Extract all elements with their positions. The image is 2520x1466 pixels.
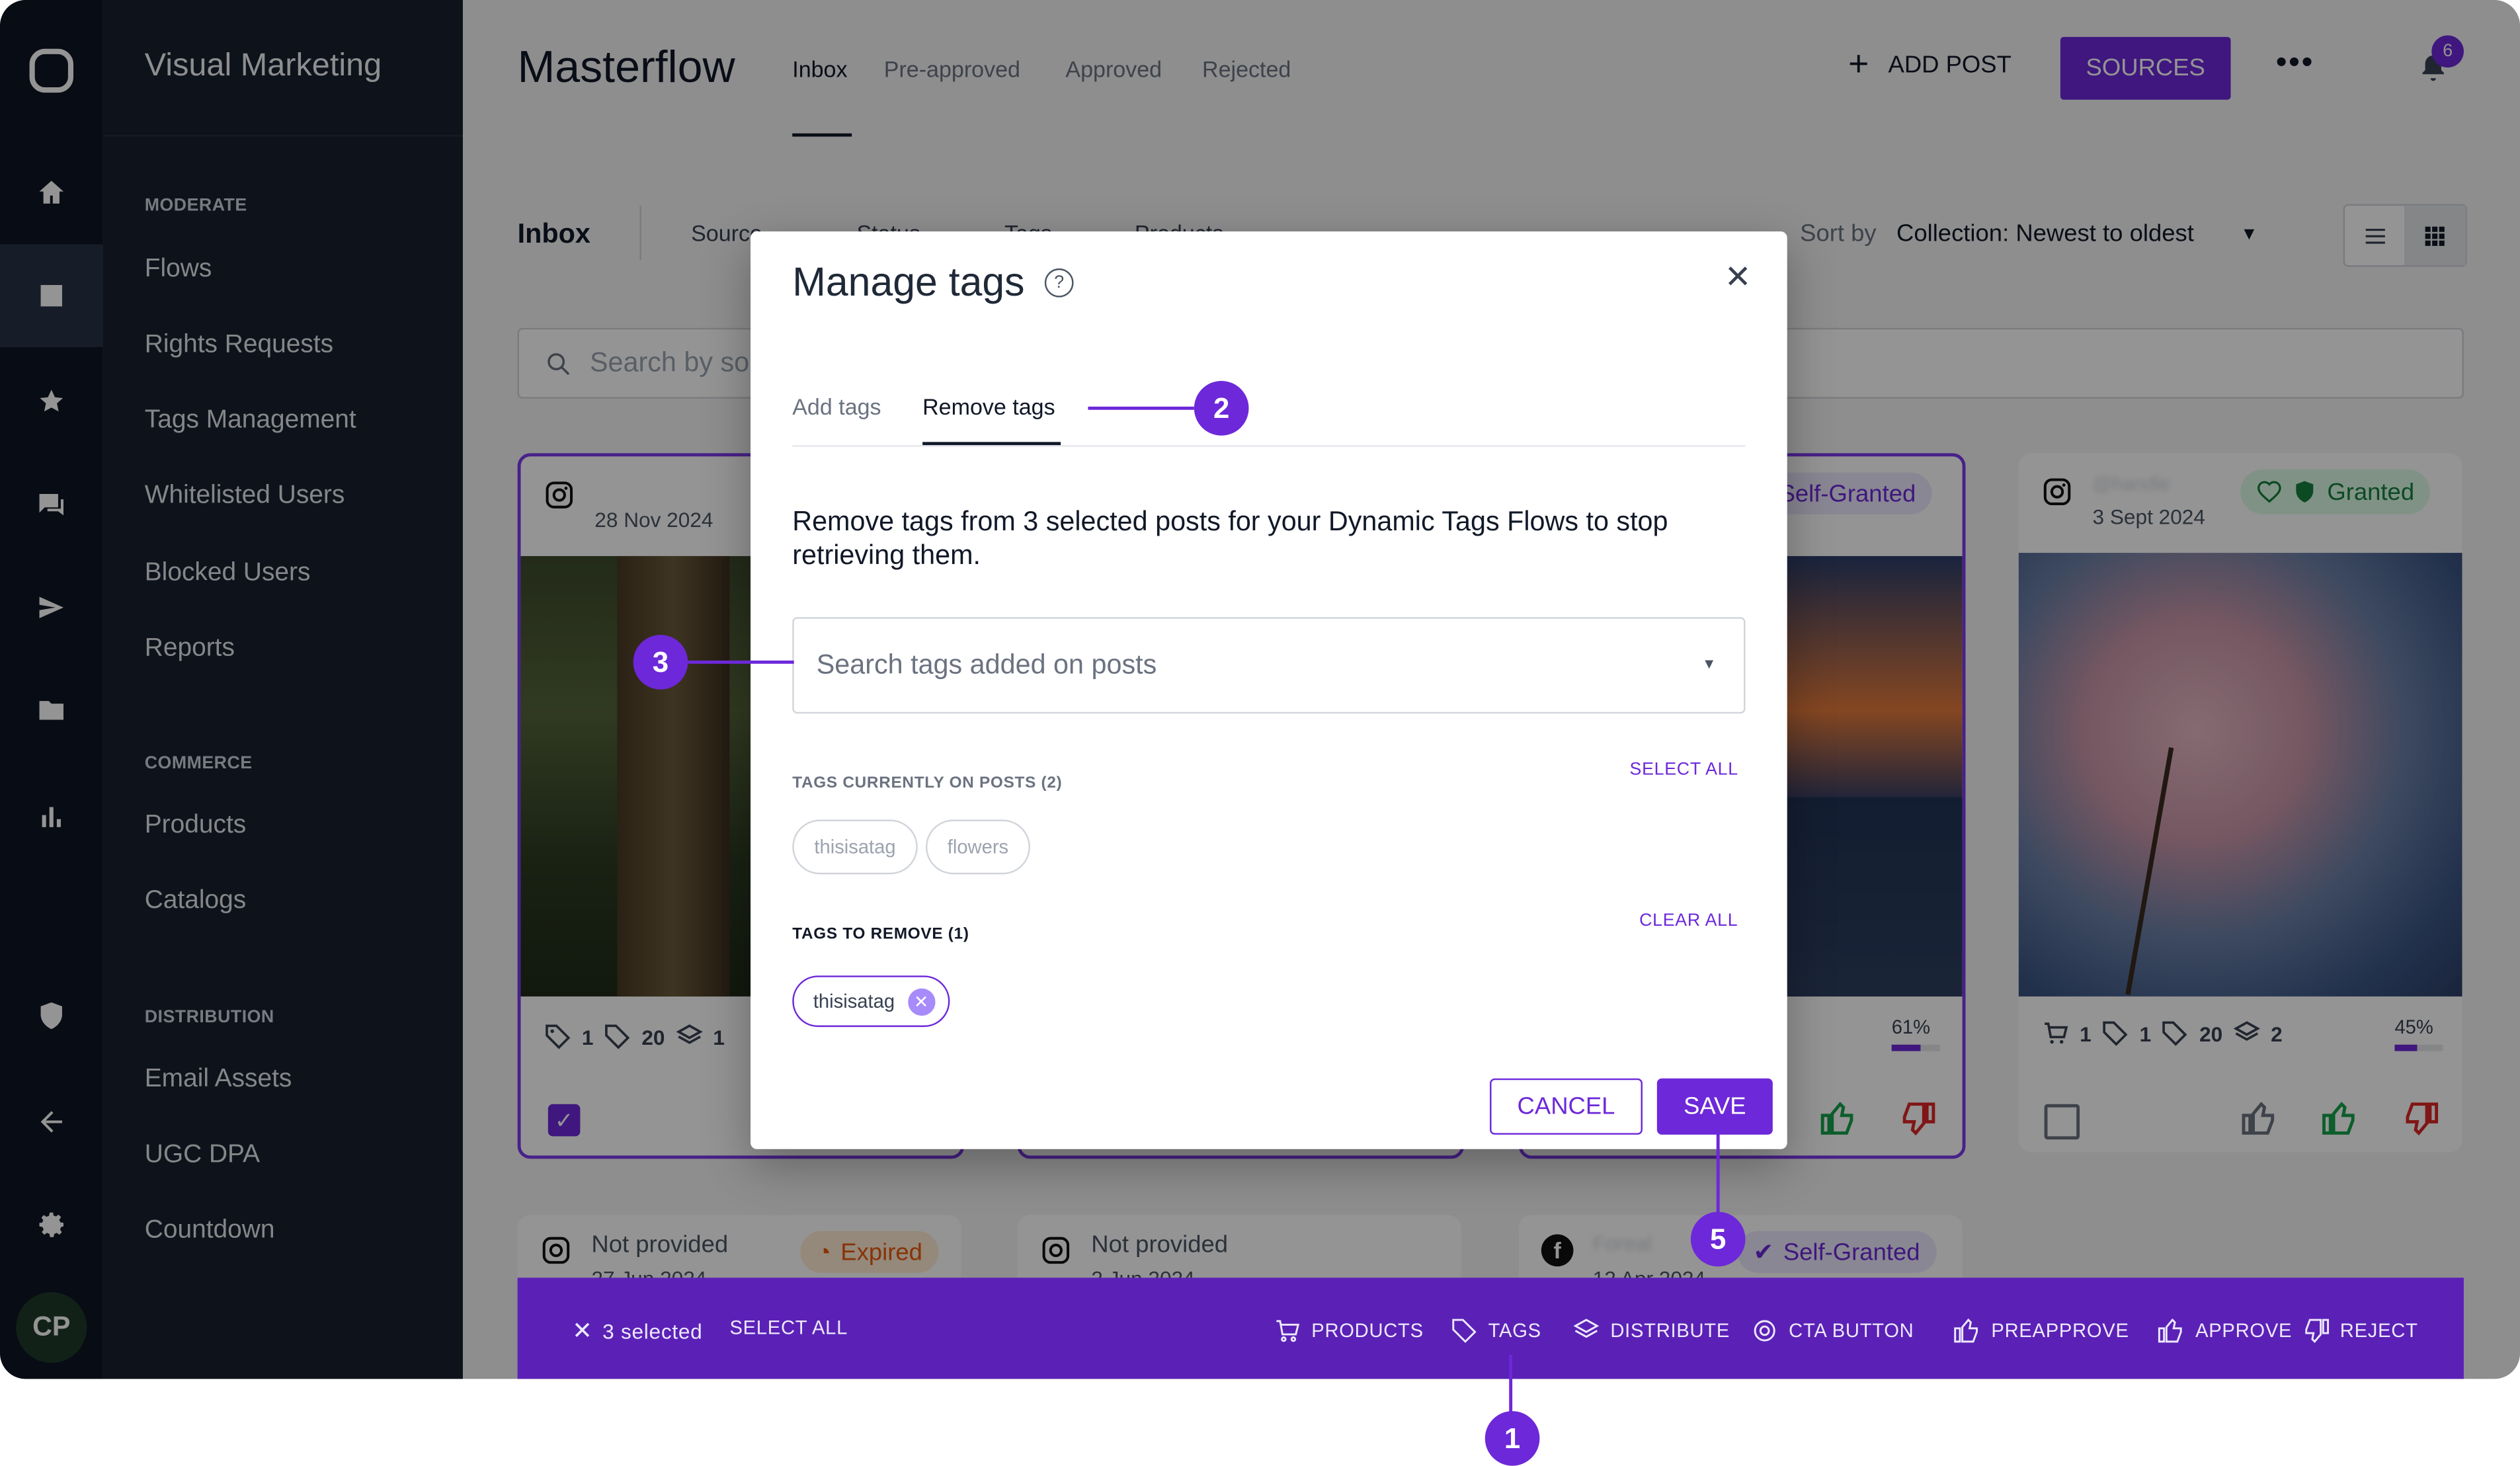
help-icon[interactable]: ? xyxy=(1044,268,1074,298)
bulk-preapprove-label: PREAPPROVE xyxy=(1991,1319,2129,1342)
close-icon: ✕ xyxy=(572,1318,593,1346)
manage-tags-modal: Manage tags ? ✕ Add tags Remove tags Rem… xyxy=(751,231,1787,1149)
deselect-button[interactable]: ✕ 3 selected xyxy=(572,1317,703,1346)
tag-icon xyxy=(1452,1319,1477,1343)
current-tag-chip[interactable]: thisisatag xyxy=(792,819,918,875)
bulk-cta-button[interactable]: CTA BUTTON xyxy=(1750,1317,1914,1346)
preapprove-icon xyxy=(1954,1318,1978,1343)
step-3-connector xyxy=(688,660,794,664)
step-5-connector xyxy=(1716,1133,1720,1214)
cancel-button[interactable]: CANCEL xyxy=(1490,1078,1643,1135)
gear-icon xyxy=(1754,1320,1775,1342)
bulk-distribute-label: DISTRIBUTE xyxy=(1610,1319,1730,1342)
current-tag-chip[interactable]: flowers xyxy=(925,819,1030,875)
bulk-approve-button[interactable]: APPROVE xyxy=(2157,1317,2292,1346)
bulk-products-label: PRODUCTS xyxy=(1311,1319,1424,1342)
thumbs-down-icon xyxy=(2305,1319,2330,1344)
bulk-reject-label: REJECT xyxy=(2339,1319,2418,1342)
tab-add-tags[interactable]: Add tags xyxy=(792,393,881,419)
bulk-reject-button[interactable]: REJECT xyxy=(2301,1317,2418,1346)
bulk-tags-label: TAGS xyxy=(1488,1319,1541,1342)
selected-count: 3 selected xyxy=(602,1319,703,1343)
tags-to-remove-label: TAGS TO REMOVE (1) xyxy=(792,925,969,944)
step-1-connector xyxy=(1509,1354,1513,1413)
remove-tag-chip[interactable]: thisisatag ✕ xyxy=(792,975,950,1028)
clear-all-link[interactable]: CLEAR ALL xyxy=(1639,911,1738,930)
modal-title: Manage tags xyxy=(792,260,1025,305)
bulk-approve-label: APPROVE xyxy=(2195,1319,2293,1342)
bulk-distribute-button[interactable]: DISTRIBUTE xyxy=(1572,1317,1730,1346)
modal-description: Remove tags from 3 selected posts for yo… xyxy=(792,506,1668,571)
app-window: CP Visual Marketing MODERATE Flows Right… xyxy=(0,0,2520,1379)
select-all-link[interactable]: SELECT ALL xyxy=(1630,760,1738,780)
remove-chip-x-icon[interactable]: ✕ xyxy=(907,987,935,1015)
bulk-select-all[interactable]: SELECT ALL xyxy=(729,1317,848,1339)
screenshot-stage: CP Visual Marketing MODERATE Flows Right… xyxy=(0,0,2520,1466)
cart-icon xyxy=(1276,1320,1300,1342)
tab-remove-tags[interactable]: Remove tags xyxy=(922,393,1055,419)
bulk-action-bar: ✕ 3 selected SELECT ALL PRODUCTS TAGS DI… xyxy=(517,1278,2464,1379)
bulk-products-button[interactable]: PRODUCTS xyxy=(1273,1317,1424,1346)
bulk-preapprove-button[interactable]: PREAPPROVE xyxy=(1953,1317,2129,1346)
step-1-marker: 1 xyxy=(1484,1410,1540,1466)
thumbs-up-icon xyxy=(2158,1318,2182,1343)
step-3-marker: 3 xyxy=(633,635,688,690)
close-icon[interactable]: ✕ xyxy=(1725,257,1752,298)
layers-icon xyxy=(1573,1319,1600,1338)
dropdown-arrow-icon[interactable]: ▼ xyxy=(1702,656,1717,672)
save-button[interactable]: SAVE xyxy=(1656,1078,1773,1135)
step-5-marker: 5 xyxy=(1690,1211,1746,1267)
tag-search-input[interactable]: Search tags added on posts xyxy=(817,649,1157,682)
bulk-cta-label: CTA BUTTON xyxy=(1789,1319,1914,1342)
step-2-marker: 2 xyxy=(1194,381,1249,436)
current-tags-label: TAGS CURRENTLY ON POSTS (2) xyxy=(792,774,1063,793)
tabs-divider xyxy=(792,445,1746,447)
bulk-tags-button[interactable]: TAGS xyxy=(1449,1317,1541,1346)
tag-search-select[interactable]: Search tags added on posts ▼ xyxy=(792,617,1746,714)
remove-tag-label: thisisatag xyxy=(813,990,895,1013)
step-2-connector xyxy=(1088,406,1194,410)
